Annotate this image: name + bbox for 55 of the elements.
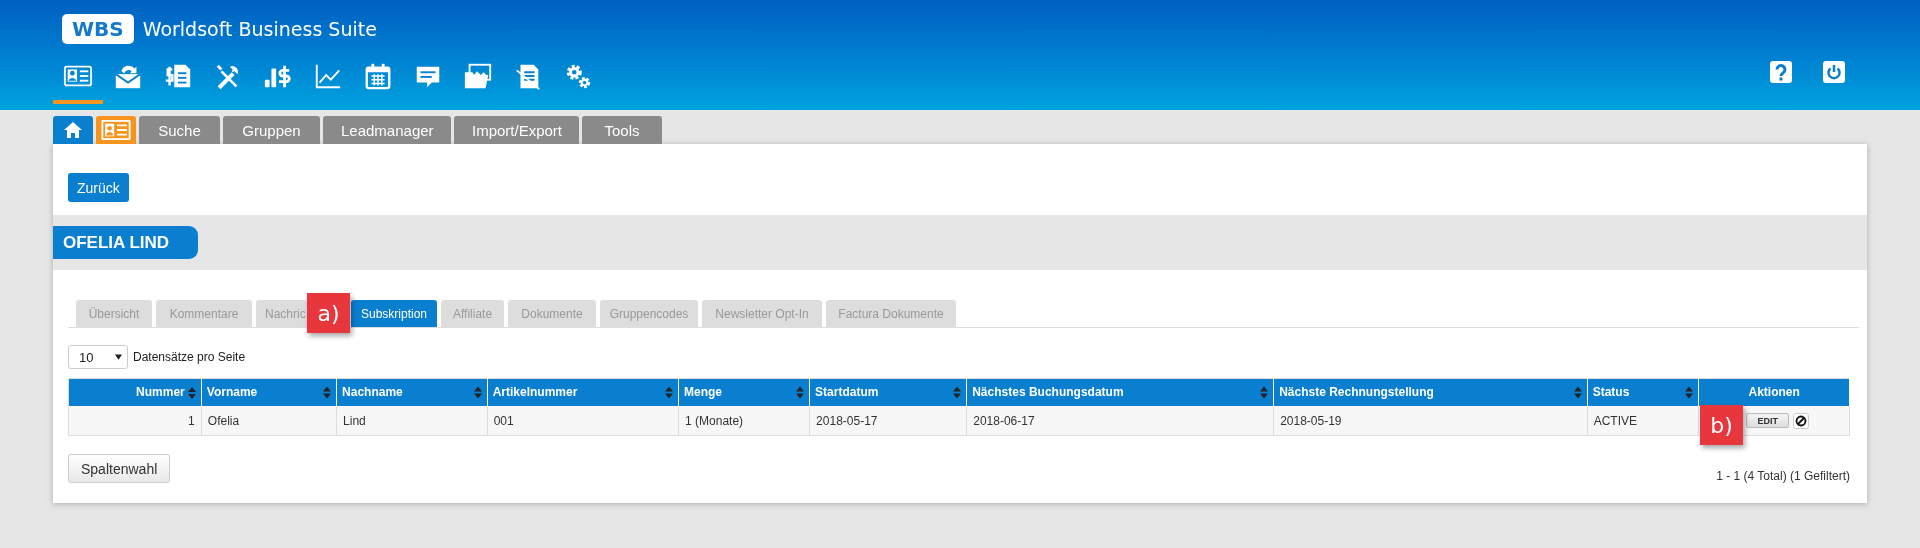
home-icon	[62, 121, 84, 139]
cancel-icon[interactable]	[1793, 412, 1809, 429]
contact-card-icon	[101, 120, 131, 140]
table-cell: 2018-05-19	[1273, 406, 1588, 436]
page-size-select[interactable]: 10	[68, 345, 128, 369]
column-header[interactable]: Startdatum	[809, 378, 967, 407]
subtab[interactable]: Dokumente	[508, 300, 596, 327]
folder-images-icon	[463, 61, 493, 91]
table-cell: ACTIVE	[1587, 406, 1699, 436]
column-header[interactable]: Nächstes Buchungsdatum	[966, 378, 1274, 407]
contact-tab[interactable]	[96, 116, 136, 144]
subtab[interactable]: Factura Dokumente	[826, 300, 956, 327]
edit-button[interactable]: EDIT	[1746, 413, 1789, 429]
table-cell: 2018-05-17	[809, 406, 967, 436]
table-cell: Ofelia	[201, 406, 337, 436]
column-header[interactable]: Nummer	[68, 378, 202, 407]
callout-label: b)	[1700, 405, 1743, 445]
table-cell: 1 (Monate)	[678, 406, 810, 436]
sort-icon	[187, 386, 196, 399]
table-cell: 001	[487, 406, 679, 436]
home-tab[interactable]	[53, 116, 93, 144]
caret-icon	[115, 354, 122, 360]
subtab[interactable]: Übersicht	[76, 300, 152, 327]
tab[interactable]: Import/Export	[454, 116, 579, 144]
column-header[interactable]: Artikelnummer	[487, 378, 679, 407]
back-button[interactable]: Zurück	[68, 173, 129, 202]
tab[interactable]: Suche	[139, 116, 220, 144]
subtab[interactable]: Affiliate	[441, 300, 504, 327]
subtab[interactable]: Kommentare	[156, 300, 252, 327]
subtab[interactable]: Subskription	[351, 300, 437, 327]
contact-name: OFELIA LIND	[53, 226, 198, 259]
tab[interactable]: Leadmanager	[323, 116, 451, 144]
table-cell: Lind	[336, 406, 488, 436]
pagination-info: 1 - 1 (4 Total) (1 Gefiltert)	[1716, 469, 1850, 484]
callout-label: a)	[307, 293, 350, 333]
column-header[interactable]: Vorname	[201, 378, 337, 407]
help-icon[interactable]	[1770, 61, 1792, 83]
subtab[interactable]: Gruppencodes	[600, 300, 698, 327]
tab[interactable]: Tools	[582, 116, 662, 144]
app-title: Worldsoft Business Suite	[142, 18, 377, 40]
column-header: Aktionen	[1698, 378, 1850, 407]
logo: WBS	[62, 14, 134, 44]
subtab[interactable]: Newsletter Opt-In	[702, 300, 822, 327]
column-header[interactable]: Status	[1587, 378, 1699, 407]
column-header[interactable]: Menge	[678, 378, 810, 407]
calendar-icon	[363, 61, 393, 91]
power-icon[interactable]	[1823, 61, 1845, 83]
column-select-button[interactable]: Spaltenwahl	[68, 454, 171, 484]
table-cell: 1	[68, 406, 202, 436]
tab[interactable]: Gruppen	[223, 116, 320, 144]
column-header[interactable]: Nächste Rechnungstellung	[1273, 378, 1588, 407]
table-cell: 2018-06-17	[966, 406, 1274, 436]
column-header[interactable]: Nachname	[336, 378, 488, 407]
subtab[interactable]: Nachric	[256, 300, 307, 327]
page-size-label: Datensätze pro Seite	[133, 350, 246, 364]
